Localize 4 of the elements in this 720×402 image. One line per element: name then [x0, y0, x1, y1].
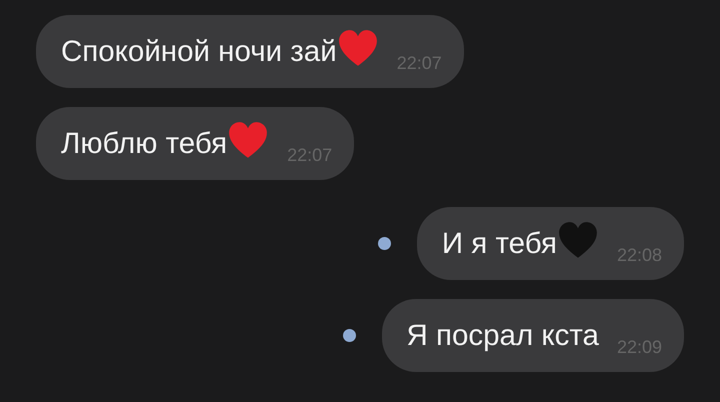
- message-text: Я посрал кста: [406, 318, 599, 352]
- message-text: И я тебя: [442, 226, 557, 260]
- message-text: Спокойной ночи зай: [61, 34, 337, 68]
- message-text: Люблю тебя: [61, 126, 228, 160]
